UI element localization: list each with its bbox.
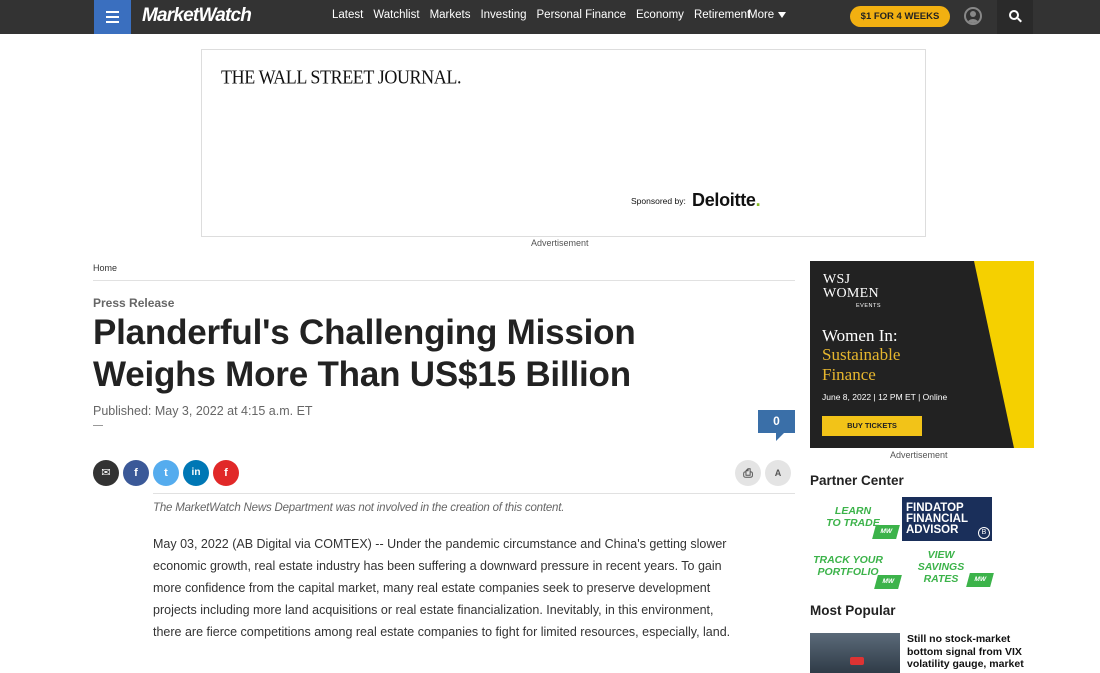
wsj-women-logo: WSJ WOMEN [823, 273, 879, 301]
share-flipboard-icon[interactable]: f [213, 460, 239, 486]
nav-item-investing[interactable]: Investing [480, 9, 526, 21]
most-popular-title: Most Popular [810, 603, 896, 618]
nav-item-markets[interactable]: Markets [430, 9, 471, 21]
partner-track-portfolio-label: TRACK YOUR PORTFOLIO [812, 554, 884, 578]
partner-center-title: Partner Center [810, 473, 904, 488]
deloitte-wordmark: Deloitte [692, 190, 756, 210]
events-label: EVENTS [856, 303, 882, 309]
comments-count-button[interactable]: 0 [758, 410, 795, 441]
sponsored-by-label: Sponsored by: [631, 196, 686, 206]
text-size-icon[interactable]: A [765, 460, 791, 486]
partner-label-line: LEARN [834, 505, 872, 517]
menu-icon-bar [106, 11, 119, 13]
findatop-b-icon: B [978, 527, 990, 539]
most-popular-thumbnail[interactable] [810, 633, 900, 673]
nav-more-dropdown[interactable]: More [748, 9, 787, 21]
caret-down-icon [778, 11, 787, 18]
search-button[interactable] [997, 0, 1033, 34]
event-subtitle-line2: Finance [822, 365, 876, 384]
subscribe-promo-button[interactable]: $1 FOR 4 WEEKS [850, 6, 950, 27]
mw-badge-icon: MW [874, 575, 902, 589]
share-linkedin-icon[interactable]: in [183, 460, 209, 486]
main-nav: Latest Watchlist Markets Investing Perso… [332, 9, 750, 21]
share-email-icon[interactable]: ✉ [93, 460, 119, 486]
search-icon-handle [1017, 17, 1022, 23]
event-date: June 8, 2022 | 12 PM ET | Online [822, 392, 948, 402]
nav-more-label: More [748, 9, 775, 21]
advertisement-label: Advertisement [531, 238, 589, 248]
marketwatch-logo[interactable]: MarketWatch [142, 5, 252, 27]
top-navigation-bar: MarketWatch Latest Watchlist Markets Inv… [0, 0, 1100, 34]
thumbnail-sea-image [810, 633, 900, 673]
byline-dash [93, 425, 103, 426]
partner-view-savings-rates[interactable]: VIEW SAVINGS RATES MW [902, 547, 994, 591]
event-subtitle-line1: Sustainable [822, 345, 901, 364]
menu-icon-bar [106, 21, 119, 23]
breadcrumb-home[interactable]: Home [93, 263, 117, 273]
thumbnail-boat-image [850, 657, 864, 665]
partner-label-line: TRACK YOUR [813, 554, 883, 566]
most-popular-item-title[interactable]: Still no stock-market bottom signal from… [907, 633, 1033, 671]
nav-item-watchlist[interactable]: Watchlist [373, 9, 419, 21]
nav-item-personal-finance[interactable]: Personal Finance [537, 9, 627, 21]
hamburger-menu-button[interactable] [94, 0, 131, 34]
mw-badge-icon: MW [966, 573, 994, 587]
article-headline: Planderful's Challenging Mission Weighs … [93, 313, 636, 394]
mw-badge-icon: MW [872, 525, 900, 539]
partner-track-portfolio[interactable]: TRACK YOUR PORTFOLIO MW [810, 550, 902, 594]
partner-label-line: SAVINGS [917, 561, 965, 573]
share-twitter-icon[interactable]: t [153, 460, 179, 486]
deloitte-dot: . [755, 190, 761, 210]
top-advertisement[interactable]: THE WALL STREET JOURNAL. Sponsored by: D… [201, 49, 926, 237]
partner-label-line: VIEW [927, 549, 955, 561]
partner-view-savings-rates-label: VIEW SAVINGS RATES [906, 549, 976, 585]
partner-label-line: RATES [923, 573, 959, 585]
disclaimer-text: The MarketWatch News Department was not … [153, 502, 565, 514]
wsj-women-logo-line2: WOMEN [823, 286, 879, 301]
deloitte-logo: Deloitte. [692, 190, 761, 211]
advertisement-label: Advertisement [890, 450, 948, 460]
user-account-icon[interactable] [964, 7, 982, 25]
divider [93, 280, 795, 281]
print-icon[interactable]: ⎙ [735, 460, 761, 486]
partner-findatop-advisor[interactable]: FINDATOP FINANCIAL ADVISOR B [902, 497, 992, 541]
divider [153, 493, 795, 494]
partner-label-line: PORTFOLIO [817, 566, 879, 578]
nav-item-latest[interactable]: Latest [332, 9, 363, 21]
article-body-paragraph: May 03, 2022 (AB Digital via COMTEX) -- … [153, 537, 731, 639]
wsj-women-logo-line1: WSJ [823, 272, 851, 287]
partner-learn-to-trade[interactable]: LEARN TO TRADE MW [810, 497, 900, 541]
event-title: Women In: [822, 326, 898, 345]
article-kicker: Press Release [93, 296, 175, 310]
buy-tickets-button[interactable]: BUY TICKETS [822, 416, 922, 436]
menu-icon-bar [106, 16, 119, 18]
published-timestamp: Published: May 3, 2022 at 4:15 a.m. ET [93, 404, 313, 418]
nav-item-economy[interactable]: Economy [636, 9, 684, 21]
event-subtitle: Sustainable Finance [822, 345, 900, 385]
nav-item-retirement[interactable]: Retirement [694, 9, 750, 21]
wsj-women-events-ad[interactable]: WSJ WOMEN EVENTS Women In: Sustainable F… [810, 261, 1034, 448]
wsj-logo: THE WALL STREET JOURNAL. [221, 66, 462, 88]
share-facebook-icon[interactable]: f [123, 460, 149, 486]
